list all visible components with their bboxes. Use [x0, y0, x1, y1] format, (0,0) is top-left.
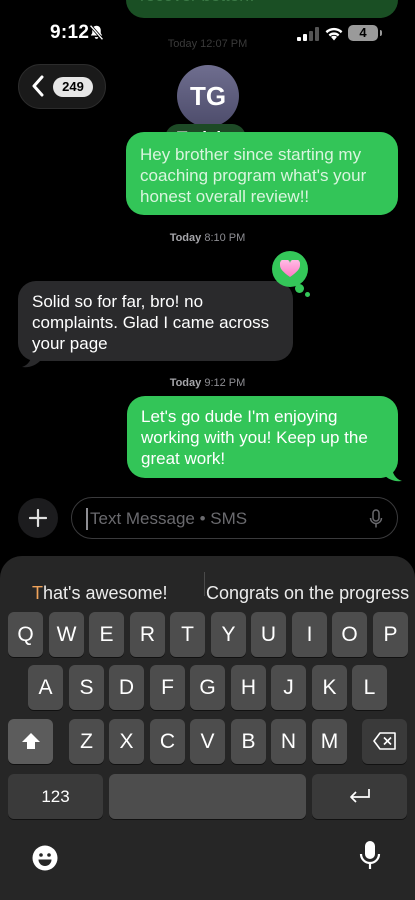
tapback-tail-dot: [295, 284, 304, 293]
timestamp-day: Today: [169, 377, 202, 389]
keyboard: That's awesome! Congrats on the progress…: [0, 556, 415, 900]
key-s[interactable]: S: [69, 665, 104, 710]
key-x[interactable]: X: [109, 719, 144, 764]
key-i[interactable]: I: [292, 612, 327, 657]
previous-timestamp: Today 12:07 PM: [167, 38, 248, 50]
message-input[interactable]: [86, 508, 356, 530]
plus-icon: [29, 509, 47, 527]
shift-icon: [21, 733, 40, 749]
add-attachment-button[interactable]: [18, 498, 58, 538]
key-b[interactable]: B: [231, 719, 266, 764]
key-c[interactable]: C: [150, 719, 185, 764]
backspace-key[interactable]: [362, 719, 407, 764]
return-key[interactable]: [312, 774, 407, 819]
key-v[interactable]: V: [190, 719, 225, 764]
return-icon: [349, 789, 370, 803]
suggestion-divider: [204, 572, 205, 596]
key-u[interactable]: U: [251, 612, 286, 657]
key-f[interactable]: F: [150, 665, 185, 710]
key-l[interactable]: L: [352, 665, 387, 710]
microphone-icon[interactable]: [369, 509, 383, 529]
key-t[interactable]: T: [170, 612, 205, 657]
back-button[interactable]: 249: [18, 64, 106, 109]
key-q[interactable]: Q: [8, 612, 43, 657]
bubble-tail: [384, 466, 402, 482]
contact-avatar[interactable]: TG: [177, 65, 239, 127]
dictation-icon[interactable]: [359, 840, 381, 872]
key-p[interactable]: P: [373, 612, 408, 657]
suggestion-2[interactable]: Congrats on the progress: [206, 583, 409, 604]
timestamp: Today 9:12 PM: [0, 377, 415, 389]
key-a[interactable]: A: [28, 665, 63, 710]
message-bubble-outgoing[interactable]: Let's go dude I'm enjoying working with …: [127, 396, 398, 478]
key-w[interactable]: W: [49, 612, 84, 657]
timestamp-time: 8:10 PM: [204, 232, 246, 244]
suggestion-1-text: That's awesome!: [32, 583, 168, 603]
tapback-reaction[interactable]: [272, 251, 308, 287]
key-o[interactable]: O: [332, 612, 367, 657]
key-k[interactable]: K: [312, 665, 347, 710]
space-key[interactable]: [109, 774, 306, 819]
message-bubble-incoming[interactable]: Solid so for far, bro! no complaints. Gl…: [18, 281, 293, 361]
back-chevron-icon: [32, 75, 44, 97]
numbers-key[interactable]: 123: [8, 774, 103, 819]
key-m[interactable]: M: [312, 719, 347, 764]
message-compose-field[interactable]: [71, 497, 398, 539]
timestamp-day: Today: [169, 232, 202, 244]
key-y[interactable]: Y: [211, 612, 246, 657]
key-h[interactable]: H: [231, 665, 266, 710]
heart-icon: [280, 260, 300, 277]
unread-count-badge: 249: [53, 77, 93, 97]
shift-key[interactable]: [8, 719, 53, 764]
message-bubble-outgoing[interactable]: Hey brother since starting my coaching p…: [126, 132, 398, 215]
previous-message-bubble[interactable]: recover better!!: [126, 0, 398, 18]
key-g[interactable]: G: [190, 665, 225, 710]
timestamp-time: 9:12 PM: [204, 377, 246, 389]
key-n[interactable]: N: [271, 719, 306, 764]
key-r[interactable]: R: [130, 612, 165, 657]
key-z[interactable]: Z: [69, 719, 104, 764]
suggestion-1[interactable]: That's awesome!: [32, 583, 168, 604]
key-j[interactable]: J: [271, 665, 306, 710]
tapback-tail-dot: [305, 292, 310, 297]
backspace-icon: [372, 732, 396, 750]
timestamp: Today 8:10 PM: [0, 232, 415, 244]
bubble-tail: [22, 352, 40, 368]
key-d[interactable]: D: [109, 665, 144, 710]
key-e[interactable]: E: [89, 612, 124, 657]
emoji-icon[interactable]: [31, 844, 59, 872]
